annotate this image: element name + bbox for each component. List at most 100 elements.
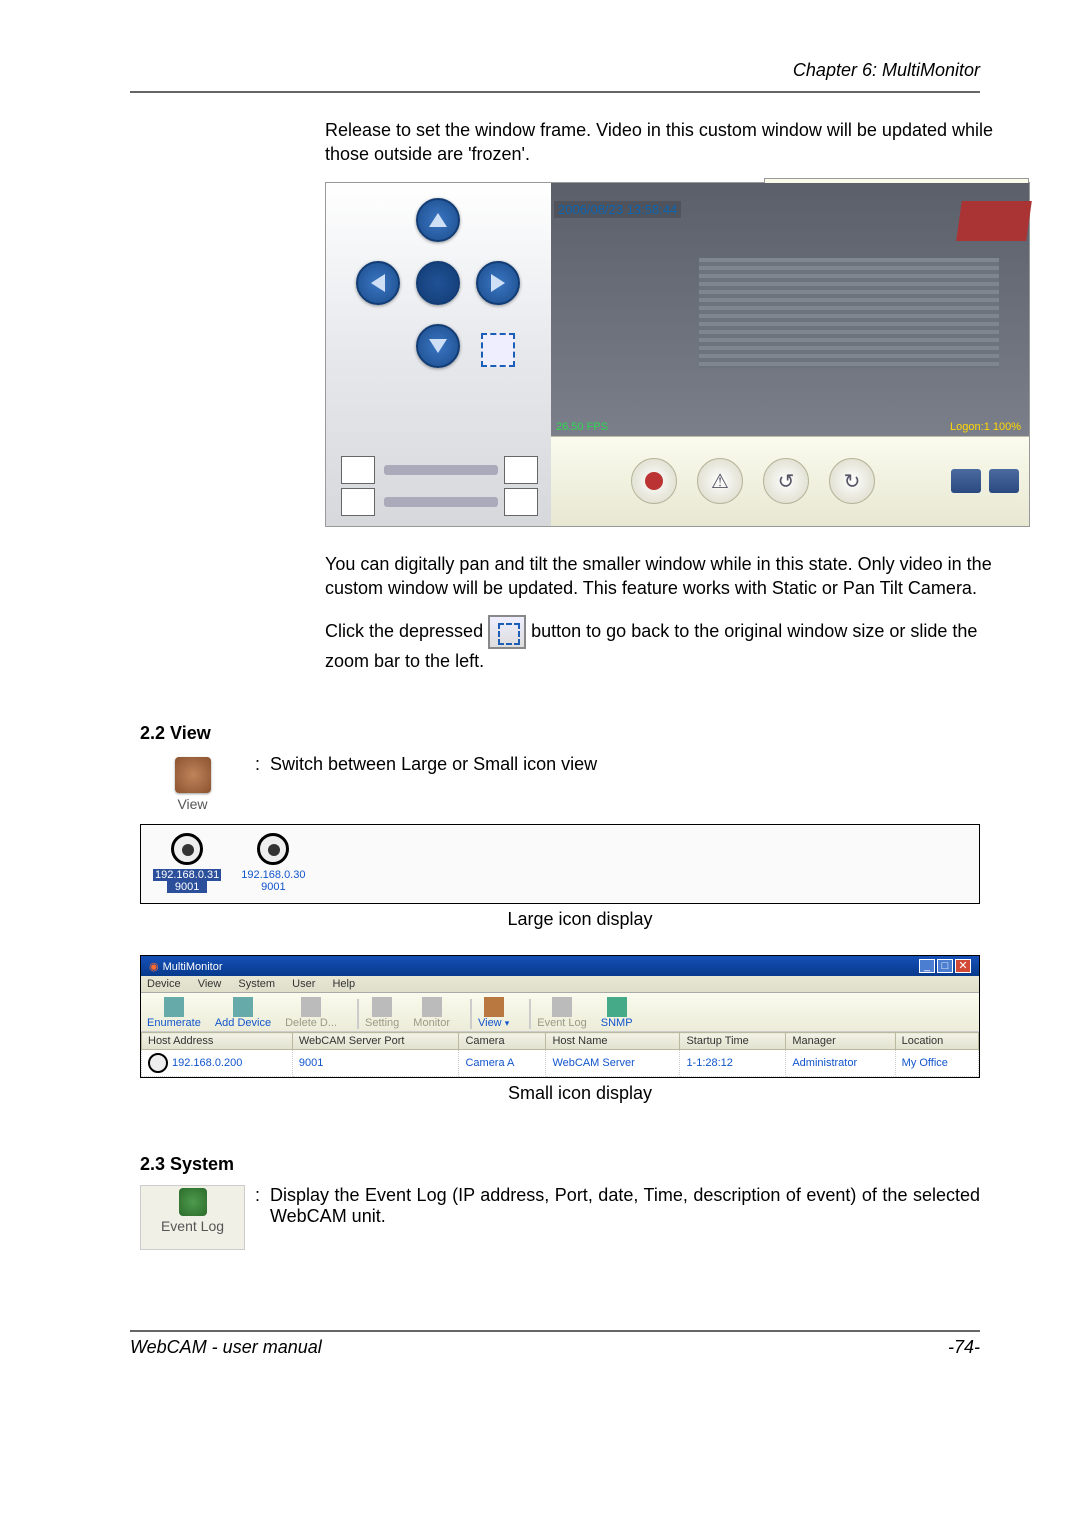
small-icon-caption: Small icon display — [140, 1083, 1020, 1104]
add-device-icon — [233, 997, 253, 1017]
col-host-name[interactable]: Host Name — [546, 1033, 680, 1050]
snmp-icon — [607, 997, 627, 1017]
window-buttons[interactable]: _□✕ — [917, 959, 971, 973]
view-description: Switch between Large or Small icon view — [270, 754, 1020, 775]
monitor-icon — [422, 997, 442, 1017]
enumerate-icon — [164, 997, 184, 1017]
logon-label: Logon:1 100% — [950, 421, 1021, 433]
ptz-up-button[interactable] — [416, 198, 460, 242]
mm-title-text: MultiMonitor — [163, 961, 223, 973]
record-button[interactable] — [631, 458, 677, 504]
building-graphic — [956, 201, 1032, 241]
event-log-description: Display the Event Log (IP address, Port,… — [270, 1185, 1020, 1227]
tray-icon[interactable] — [989, 469, 1019, 493]
mm-toolbar: Enumerate Add Device Delete D... Setting… — [141, 993, 979, 1032]
ptz-home-button[interactable] — [416, 261, 460, 305]
cell-port: 9001 — [292, 1050, 459, 1077]
tray-icons — [951, 469, 1019, 493]
alert-button[interactable]: ⚠ — [697, 458, 743, 504]
camera-icon — [171, 833, 203, 865]
chevron-down-icon[interactable]: ▾ — [505, 1018, 510, 1028]
tb-event-log: Event Log — [537, 995, 587, 1029]
page-footer: WebCAM - user manual -74- — [130, 1330, 980, 1358]
footer-page-number: -74- — [948, 1337, 980, 1358]
arrow-down-icon — [429, 339, 447, 353]
camera-icon — [257, 833, 289, 865]
video-figure: 192.168.0.38-Office _ ✕ 2006/08/23 13:58… — [325, 182, 1030, 527]
undo-rotate-button[interactable]: ↺ — [763, 458, 809, 504]
intro-paragraph-3: Click the depressed button to go back to… — [325, 615, 1020, 673]
section-2-3-title: 2.3 System — [140, 1154, 1020, 1175]
event-log-label: Event Log — [141, 1218, 244, 1234]
col-host-address[interactable]: Host Address — [142, 1033, 293, 1050]
view-toolbar-button[interactable]: View — [140, 754, 245, 819]
video-viewport: 2006/08/23 13:58:44 26.50 FPS Logon:1 10… — [551, 183, 1029, 436]
ptz-left-button[interactable] — [356, 261, 400, 305]
secondary-slider[interactable] — [384, 497, 497, 507]
device-table: Host Address WebCAM Server Port Camera H… — [141, 1032, 979, 1077]
layout-thumb-icon — [341, 488, 375, 516]
camera-large-item[interactable]: 192.168.0.31 9001 — [153, 833, 221, 893]
footer-left: WebCAM - user manual — [130, 1337, 322, 1358]
minimize-icon[interactable]: _ — [919, 959, 935, 973]
menu-device[interactable]: Device — [147, 978, 181, 990]
camera-large-item[interactable]: 192.168.0.30 9001 — [241, 833, 305, 893]
cell-host: 192.168.0.200 — [172, 1057, 242, 1069]
record-icon — [645, 472, 663, 490]
col-location[interactable]: Location — [895, 1033, 978, 1050]
zoom-area-icon — [488, 615, 526, 649]
event-log-icon — [179, 1188, 207, 1216]
ptz-control-panel — [326, 183, 551, 526]
tb-snmp[interactable]: SNMP — [601, 995, 633, 1029]
preset-thumb-icon — [341, 456, 375, 484]
close-icon[interactable]: ✕ — [955, 959, 971, 973]
arrow-right-icon — [491, 274, 505, 292]
app-icon: ◉ — [149, 961, 159, 973]
tb-monitor: Monitor — [413, 995, 450, 1029]
ptz-right-button[interactable] — [476, 261, 520, 305]
fps-label: 26.50 FPS — [556, 421, 608, 433]
camera-icon — [148, 1053, 168, 1073]
cell-location: My Office — [895, 1050, 978, 1077]
view-icon-label: View — [140, 796, 245, 812]
col-camera[interactable]: Camera — [459, 1033, 546, 1050]
scene-graphic — [699, 258, 999, 368]
table-header-row: Host Address WebCAM Server Port Camera H… — [142, 1033, 979, 1050]
tb-enumerate[interactable]: Enumerate — [147, 995, 201, 1029]
event-log-toolbar-button[interactable]: Event Log — [140, 1185, 245, 1250]
tray-icon[interactable] — [951, 469, 981, 493]
arrow-up-icon — [429, 213, 447, 227]
cell-startup: 1-1:28:12 — [680, 1050, 786, 1077]
large-icon-panel: 192.168.0.31 9001 192.168.0.30 9001 — [140, 824, 980, 904]
cell-hostname: WebCAM Server — [546, 1050, 680, 1077]
menu-system[interactable]: System — [238, 978, 275, 990]
zoom-slider[interactable] — [384, 465, 497, 475]
zoom-area-button[interactable] — [481, 333, 515, 367]
menu-view[interactable]: View — [198, 978, 222, 990]
tb-view[interactable]: View ▾ — [478, 995, 509, 1029]
camera-ip: 192.168.0.30 — [241, 869, 305, 881]
menu-help[interactable]: Help — [332, 978, 355, 990]
col-startup-time[interactable]: Startup Time — [680, 1033, 786, 1050]
camera-port: 9001 — [167, 881, 207, 893]
colon: : — [245, 1185, 270, 1206]
maximize-icon[interactable]: □ — [937, 959, 953, 973]
mm-titlebar: ◉ MultiMonitor _□✕ — [141, 956, 979, 976]
section-2-2-title: 2.2 View — [140, 723, 1020, 744]
colon: : — [245, 754, 270, 775]
tb-delete-device: Delete D... — [285, 995, 337, 1029]
camera-ip: 192.168.0.31 — [153, 869, 221, 881]
ptz-down-button[interactable] — [416, 324, 460, 368]
mm-menubar[interactable]: Device View System User Help — [141, 976, 979, 993]
toolbar-separator — [470, 999, 472, 1029]
menu-user[interactable]: User — [292, 978, 315, 990]
large-icon-caption: Large icon display — [140, 909, 1020, 930]
event-log-icon — [552, 997, 572, 1017]
col-manager[interactable]: Manager — [786, 1033, 895, 1050]
table-row[interactable]: 192.168.0.200 9001 Camera A WebCAM Serve… — [142, 1050, 979, 1077]
header-rule — [130, 91, 980, 93]
col-server-port[interactable]: WebCAM Server Port — [292, 1033, 459, 1050]
zoom-controls — [341, 456, 541, 511]
redo-rotate-button[interactable]: ↻ — [829, 458, 875, 504]
tb-add-device[interactable]: Add Device — [215, 995, 271, 1029]
